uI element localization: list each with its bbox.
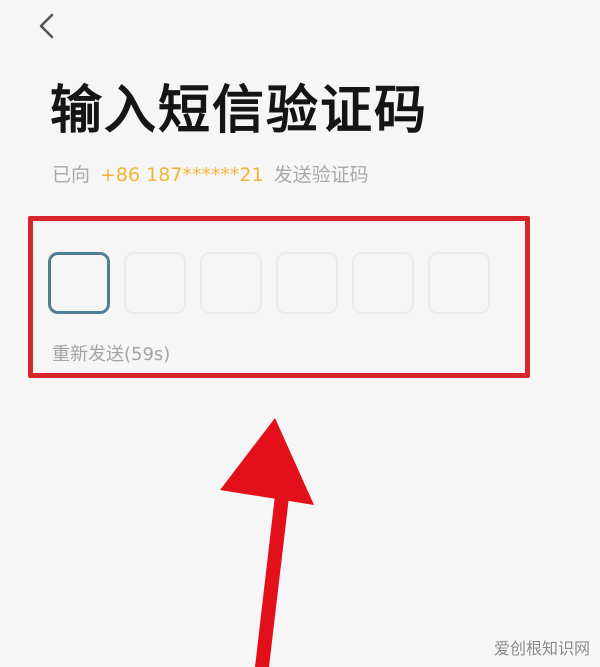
arrow-shaft xyxy=(236,495,289,667)
arrow-head xyxy=(220,418,314,505)
annotation-arrow-icon xyxy=(220,418,314,667)
watermark: 爱创根知识网 xyxy=(493,639,590,658)
